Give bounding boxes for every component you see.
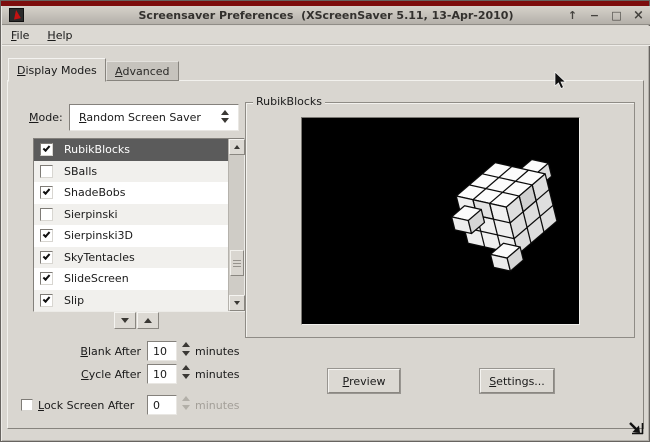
check-icon (43, 273, 51, 281)
updown-stepper-icon (221, 110, 231, 123)
list-item-label: Sierpinski3D (64, 229, 133, 242)
xscreensaver-window: Screensaver Preferences (XScreenSaver 5.… (0, 0, 650, 442)
mode-label: Mode: (29, 111, 63, 124)
blank-after-unit: minutes (195, 345, 240, 358)
screensaver-list-frame: RubikBlocks SBalls ShadeBobs Sierpinski Sier… (33, 138, 245, 312)
window-controls: ↑ − □ × (565, 6, 646, 25)
mode-value: Random Screen Saver (79, 111, 201, 124)
lock-after-stepper (182, 396, 192, 410)
checkbox-checked-icon[interactable] (40, 186, 53, 199)
blank-after-stepper[interactable] (182, 342, 192, 356)
check-icon (43, 252, 51, 260)
move-up-button[interactable] (137, 312, 159, 329)
cycle-after-input[interactable]: 10 (147, 364, 177, 384)
list-item-label: SBalls (64, 165, 97, 178)
arrow-up-icon (234, 145, 240, 149)
list-item-label: ShadeBobs (64, 186, 125, 199)
list-item[interactable]: SBalls (34, 161, 228, 183)
preview-frame: RubikBlocks (245, 102, 635, 338)
cycle-after-unit: minutes (195, 368, 240, 381)
list-item[interactable]: Slip (34, 290, 228, 312)
close-button[interactable]: × (631, 8, 646, 23)
list-item-label: RubikBlocks (64, 143, 130, 156)
tab-display-modes[interactable]: Display Modes (8, 58, 106, 82)
arrow-down-icon (121, 318, 129, 323)
list-item[interactable]: RubikBlocks (34, 139, 228, 161)
thumb-grip-icon (233, 260, 241, 268)
app-icon (9, 8, 24, 22)
checkbox-unchecked-icon[interactable] (40, 165, 53, 178)
checkbox-checked-icon[interactable] (40, 272, 53, 285)
preview-frame-legend: RubikBlocks (253, 95, 325, 108)
window-title: Screensaver Preferences (XScreenSaver 5.… (2, 9, 650, 22)
scroll-down-button[interactable] (229, 295, 245, 311)
menu-file[interactable]: File (2, 27, 38, 44)
checkbox-checked-icon[interactable] (40, 229, 53, 242)
flame-icon (12, 9, 21, 19)
shade-button[interactable]: ↑ (565, 8, 580, 23)
check-icon (43, 230, 51, 238)
check-icon (43, 144, 51, 152)
screensaver-list: RubikBlocks SBalls ShadeBobs Sierpinski Sier… (34, 139, 228, 311)
checkbox-checked-icon[interactable] (40, 143, 53, 156)
check-icon (43, 295, 51, 303)
scroll-up-button[interactable] (229, 139, 245, 155)
checkbox-checked-icon[interactable] (40, 294, 53, 307)
scrollbar-thumb[interactable] (230, 250, 244, 276)
check-icon (43, 187, 51, 195)
rubik-blocks-graphic (448, 142, 574, 274)
lock-after-value: 0 (153, 399, 160, 412)
tab-advanced[interactable]: Advanced (106, 61, 179, 81)
list-item-label: Slip (64, 294, 84, 307)
lock-screen-label: Lock Screen After (38, 399, 134, 412)
lock-screen-checkbox[interactable] (21, 399, 33, 411)
maximize-button[interactable]: □ (609, 8, 624, 23)
blank-after-input[interactable]: 10 (147, 341, 177, 361)
arrow-up-icon (144, 318, 152, 323)
mouse-pointer-icon (554, 71, 567, 90)
cycle-after-value: 10 (153, 368, 167, 381)
move-down-button[interactable] (114, 312, 136, 329)
list-item[interactable]: ShadeBobs (34, 182, 228, 204)
lock-after-unit: minutes (195, 399, 240, 412)
minimize-button[interactable]: − (587, 8, 602, 23)
preview-button[interactable]: Preview (328, 369, 400, 393)
list-item-label: Sierpinski (64, 208, 118, 221)
list-item-label: SlideScreen (64, 272, 129, 285)
lock-after-input[interactable]: 0 (147, 395, 177, 415)
blank-after-label: Blank After (31, 345, 141, 358)
settings-button[interactable]: Settings... (480, 369, 554, 393)
list-item-label: SkyTentacles (64, 251, 135, 264)
resize-corner-icon (627, 418, 646, 437)
menu-help[interactable]: Help (38, 27, 81, 44)
list-item[interactable]: Sierpinski3D (34, 225, 228, 247)
blank-after-value: 10 (153, 345, 167, 358)
menubar: File Help (2, 26, 650, 45)
cycle-after-label: Cycle After (31, 368, 141, 381)
list-scrollbar[interactable] (228, 139, 244, 311)
arrow-down-icon (234, 301, 240, 305)
mode-select[interactable]: Random Screen Saver (69, 104, 239, 131)
checkbox-checked-icon[interactable] (40, 251, 53, 264)
preview-screen (301, 117, 580, 325)
list-item[interactable]: Sierpinski (34, 204, 228, 226)
list-item[interactable]: SkyTentacles (34, 247, 228, 269)
checkbox-unchecked-icon[interactable] (40, 208, 53, 221)
cycle-after-stepper[interactable] (182, 365, 192, 379)
list-item[interactable]: SlideScreen (34, 268, 228, 290)
titlebar[interactable]: Screensaver Preferences (XScreenSaver 5.… (2, 6, 650, 25)
